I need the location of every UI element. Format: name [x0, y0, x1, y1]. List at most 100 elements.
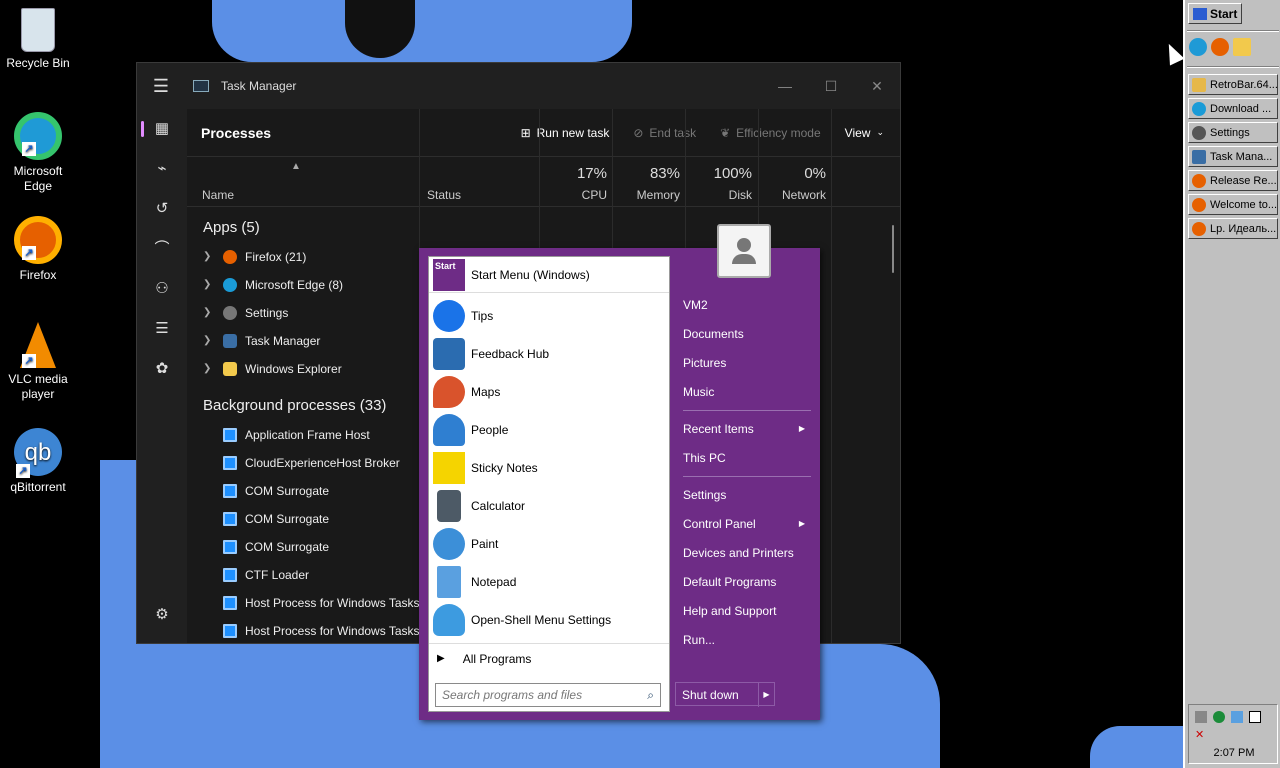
start-menu-windows-item[interactable]: Start Start Menu (Windows) — [429, 257, 669, 293]
close-button[interactable]: ✕ — [854, 78, 900, 95]
shut-down-button[interactable]: Shut down ▶ — [675, 682, 775, 707]
program-calculator[interactable]: Calculator — [429, 487, 669, 525]
minimize-button[interactable]: — — [762, 78, 808, 95]
menu-item-documents[interactable]: Documents — [683, 323, 811, 345]
gear-icon — [1192, 125, 1206, 140]
app-window-icon — [223, 512, 237, 526]
end-task-button[interactable]: ⊘ End task — [633, 126, 696, 140]
shell-icon — [433, 604, 465, 636]
chevron-right-icon[interactable]: ❯ — [203, 327, 223, 355]
menu-item-pictures[interactable]: Pictures — [683, 352, 811, 374]
mute-icon[interactable]: ✕ — [1195, 729, 1207, 741]
view-button[interactable]: View ⌄ — [845, 126, 884, 140]
taskbar-button[interactable]: Lp. Идеаль... — [1188, 218, 1278, 239]
clock[interactable]: 2:07 PM — [1189, 747, 1279, 759]
menu-item-settings[interactable]: Settings — [683, 484, 811, 506]
chevron-right-icon[interactable]: ❯ — [203, 243, 223, 271]
display-icon[interactable] — [1231, 711, 1243, 723]
edge-icon[interactable] — [1189, 38, 1207, 56]
services-icon[interactable]: ✿ — [137, 349, 187, 389]
menu-item-help-support[interactable]: Help and Support — [683, 600, 811, 622]
menu-item-recent-items[interactable]: Recent Items ▶ — [683, 418, 811, 440]
chevron-right-icon[interactable]: ❯ — [203, 355, 223, 383]
firefox-icon[interactable] — [1211, 38, 1229, 56]
wallpaper-shape — [820, 644, 940, 768]
shortcut-arrow-icon: ↗ — [22, 142, 36, 156]
taskbar-button[interactable]: RetroBar.64... — [1188, 74, 1278, 95]
menu-separator — [683, 410, 811, 411]
hamburger-menu-icon[interactable]: ☰ — [137, 76, 185, 97]
startup-apps-icon[interactable]: ⌒ — [137, 229, 187, 269]
program-notepad[interactable]: Notepad — [429, 563, 669, 601]
column-cpu[interactable]: CPU — [582, 188, 607, 202]
taskbar-button[interactable]: Download ... — [1188, 98, 1278, 119]
menu-separator — [683, 476, 811, 477]
desktop-icon-qbittorrent[interactable]: qb ↗ qBittorrent — [0, 428, 76, 495]
taskbar-button[interactable]: Release Re... — [1188, 170, 1278, 191]
performance-icon[interactable]: ⌁ — [137, 149, 187, 189]
desktop-icon-vlc[interactable]: ↗ VLC media player — [0, 322, 76, 402]
taskbar-button[interactable]: Settings — [1188, 122, 1278, 143]
lightbulb-icon — [433, 300, 465, 332]
system-tray: ✕ 2:07 PM — [1188, 704, 1278, 764]
column-name[interactable]: Name — [202, 188, 234, 202]
column-memory[interactable]: Memory — [637, 188, 680, 202]
program-paint[interactable]: Paint — [429, 525, 669, 563]
settings-icon[interactable]: ⚙ — [137, 595, 187, 635]
triangle-right-icon: ▶ — [437, 653, 445, 664]
task-manager-icon — [223, 334, 237, 348]
search-input[interactable]: Search programs and files ⌕ — [435, 683, 661, 707]
column-status[interactable]: Status — [427, 188, 461, 202]
taskbar-button[interactable]: Task Mana... — [1188, 146, 1278, 167]
column-disk[interactable]: Disk — [729, 188, 752, 202]
menu-item-control-panel[interactable]: Control Panel ▶ — [683, 513, 811, 535]
menu-item-run[interactable]: Run... — [683, 629, 811, 651]
folder-icon — [1192, 77, 1206, 92]
shutdown-options-arrow-icon[interactable]: ▶ — [758, 683, 774, 707]
users-icon[interactable]: ⚇ — [137, 269, 187, 309]
program-tips[interactable]: Tips — [429, 297, 669, 335]
monitor-icon[interactable] — [1249, 711, 1261, 723]
chevron-right-icon[interactable]: ❯ — [203, 299, 223, 327]
wallpaper-shape — [212, 0, 632, 62]
memory-percent: 83% — [649, 165, 680, 182]
desktop-icon-firefox[interactable]: ↗ Firefox — [0, 216, 76, 283]
menu-item-devices-printers[interactable]: Devices and Printers — [683, 542, 811, 564]
taskbar-button[interactable]: Welcome to... — [1188, 194, 1278, 215]
start-button[interactable]: Start — [1188, 3, 1242, 24]
scrollbar-thumb[interactable] — [892, 225, 894, 273]
recycle-bin-icon — [21, 8, 55, 52]
program-people[interactable]: People — [429, 411, 669, 449]
app-window-icon — [223, 596, 237, 610]
defender-icon[interactable] — [1213, 711, 1225, 723]
desktop-icon-edge[interactable]: ↗ Microsoft Edge — [0, 112, 76, 194]
edge-icon: ↗ — [14, 112, 62, 160]
firefox-icon — [1192, 173, 1206, 188]
vlc-icon: ↗ — [20, 322, 56, 368]
details-icon[interactable]: ☰ — [137, 309, 187, 349]
title-bar[interactable]: ☰ Task Manager — ☐ ✕ — [137, 63, 900, 109]
column-network[interactable]: Network — [782, 188, 826, 202]
maximize-button[interactable]: ☐ — [808, 78, 854, 95]
all-programs-item[interactable]: ▶ All Programs — [429, 643, 669, 673]
column-header: ▲ Name Status 17% CPU 83% Memory 100% Di… — [187, 157, 900, 207]
program-feedback-hub[interactable]: Feedback Hub — [429, 335, 669, 373]
program-sticky-notes[interactable]: Sticky Notes — [429, 449, 669, 487]
toolbar: Processes ⊞ Run new task ⊘ End task ❦ Effic… — [187, 109, 900, 157]
chevron-right-icon[interactable]: ❯ — [203, 271, 223, 299]
program-maps[interactable]: Maps — [429, 373, 669, 411]
network-icon[interactable] — [1195, 711, 1207, 723]
menu-item-this-pc[interactable]: This PC — [683, 447, 811, 469]
run-new-task-button[interactable]: ⊞ Run new task — [521, 126, 610, 140]
program-open-shell-settings[interactable]: Open-Shell Menu Settings — [429, 601, 669, 639]
palette-icon — [433, 528, 465, 560]
menu-item-default-programs[interactable]: Default Programs — [683, 571, 811, 593]
menu-item-music[interactable]: Music — [683, 381, 811, 403]
submenu-arrow-icon: ▶ — [798, 519, 805, 528]
explorer-icon[interactable] — [1233, 38, 1251, 56]
menu-item-user[interactable]: VM2 — [683, 294, 811, 316]
efficiency-mode-button[interactable]: ❦ Efficiency mode — [720, 126, 821, 140]
desktop-icon-recycle-bin[interactable]: Recycle Bin — [0, 8, 76, 71]
processes-icon[interactable]: ▦ — [137, 109, 187, 149]
app-history-icon[interactable]: ↺ — [137, 189, 187, 229]
